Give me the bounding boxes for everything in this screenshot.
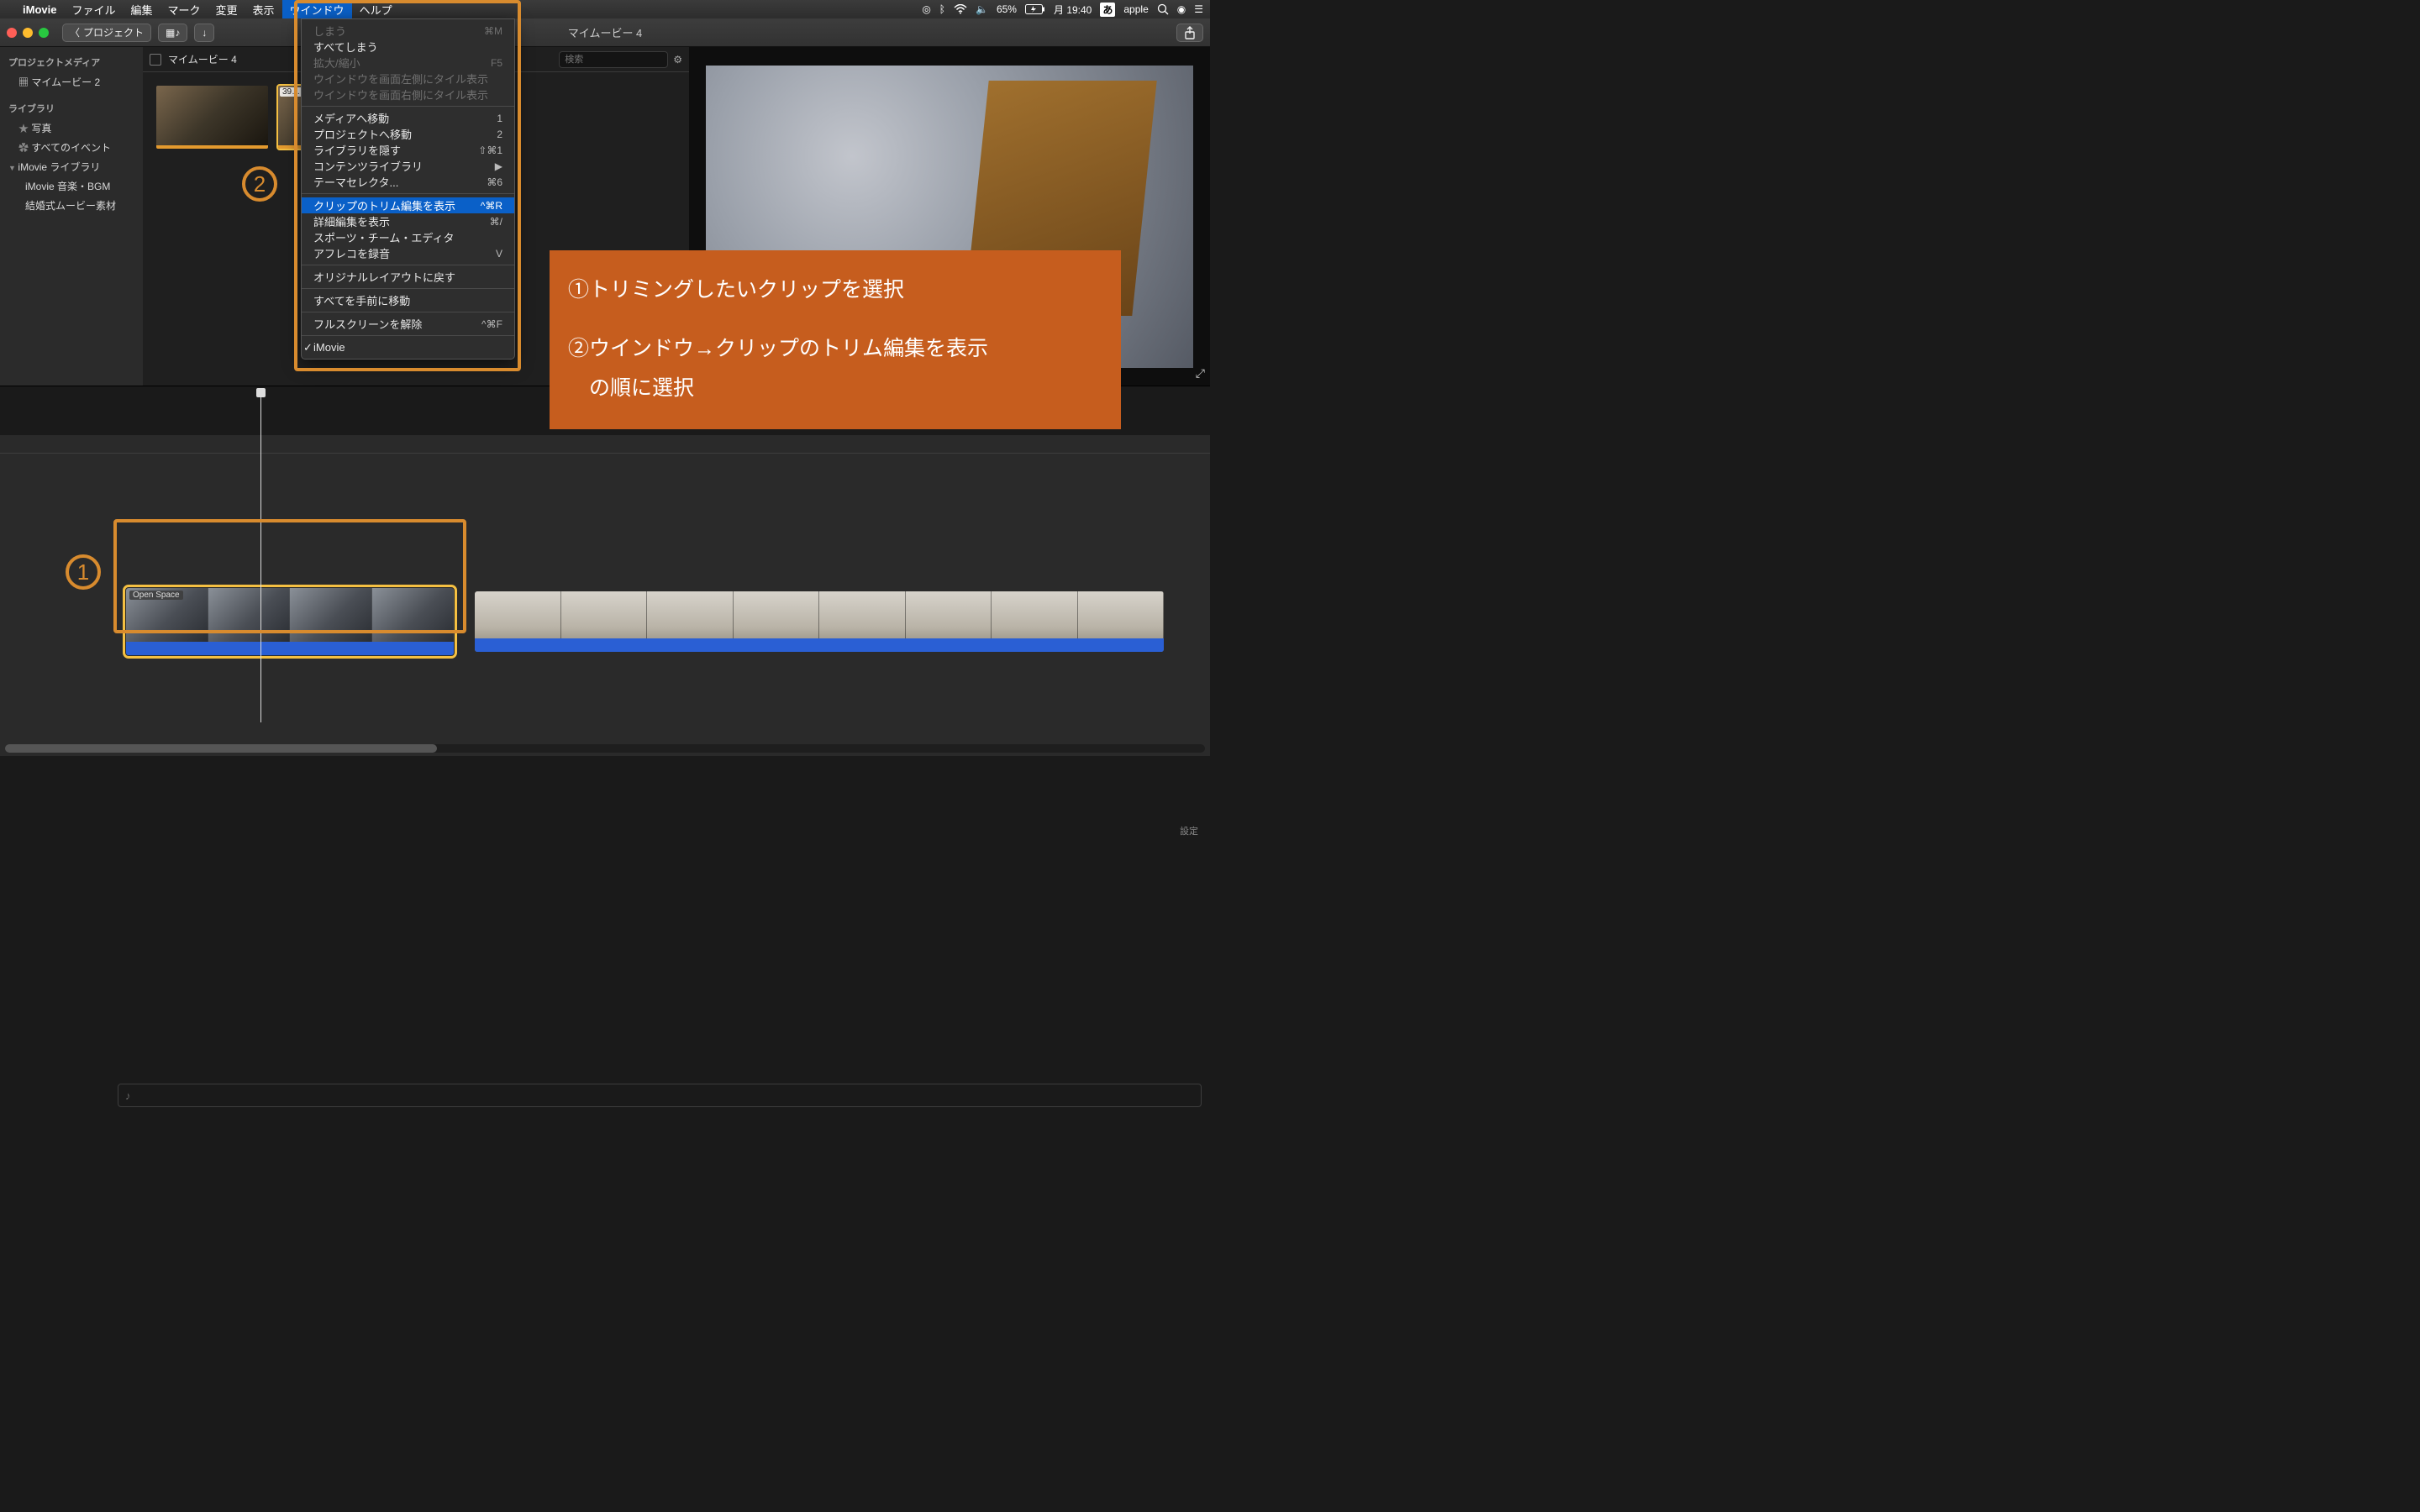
close-window[interactable] [7, 28, 17, 38]
timeline-clip-2[interactable] [475, 591, 1164, 652]
spotlight-icon[interactable] [1157, 3, 1169, 15]
dd-theme[interactable]: テーマセレクタ...⌘6 [302, 174, 514, 190]
dd-reset-layout[interactable]: オリジナルレイアウトに戻す [302, 269, 514, 285]
menu-help[interactable]: ヘルプ [352, 0, 400, 18]
dd-imovie[interactable]: iMovie [302, 339, 514, 355]
sidebar-project[interactable]: ▦ マイムービー 2 [0, 72, 143, 92]
music-track[interactable]: ♪ [118, 1084, 1202, 1107]
callout-line-3: の順に選択 [568, 369, 1102, 409]
menu-view[interactable]: 表示 [245, 0, 282, 18]
callout-line-1: ①トリミングしたいクリップを選択 [568, 270, 1102, 311]
timeline-clip-label: Open Space [129, 591, 183, 600]
siri-icon[interactable]: ◉ [1177, 3, 1186, 15]
fullscreen-window[interactable] [39, 28, 49, 38]
browser-tab[interactable]: マイムービー 4 [168, 52, 237, 66]
dd-to-project[interactable]: プロジェクトへ移動2 [302, 126, 514, 142]
sidebar-wedding[interactable]: 結婚式ムービー素材 [0, 196, 143, 215]
timeline-clip-1[interactable]: Open Space [126, 588, 454, 655]
sidebar-bgm[interactable]: iMovie 音楽・BGM [0, 176, 143, 196]
user-name[interactable]: apple [1123, 3, 1148, 15]
dd-close: しまう⌘M [302, 23, 514, 39]
volume-icon[interactable]: 🔈 [976, 3, 988, 15]
dd-afreco[interactable]: アフレコを録音V [302, 245, 514, 261]
traffic-lights [7, 28, 49, 38]
clock[interactable]: 月 19:40 [1054, 3, 1092, 17]
sidebar: プロジェクトメディア ▦ マイムービー 2 ライブラリ 写真 すべてのイベント … [0, 47, 143, 386]
window-title: マイムービー 4 [568, 24, 643, 40]
sidebar-imovie-lib[interactable]: iMovie ライブラリ [0, 157, 143, 176]
media-clip-1[interactable] [156, 86, 268, 149]
wifi-icon[interactable] [954, 4, 967, 14]
window-menu-dropdown: しまう⌘M すべてしまう 拡大/縮小F5 ウインドウを画面左側にタイル表示 ウイ… [301, 18, 515, 360]
layout-button[interactable]: ▦♪ [158, 24, 187, 42]
browser-view-icon[interactable] [150, 54, 161, 66]
toolbar: 〈プロジェクト ▦♪ ↓ マイムービー 4 [0, 18, 1210, 47]
dd-content-lib[interactable]: コンテンツライブラリ▶ [302, 158, 514, 174]
screencast-icon[interactable]: ◎ [922, 3, 930, 15]
input-source[interactable]: あ [1100, 3, 1115, 17]
dd-fullscreen[interactable]: フルスクリーンを解除^⌘F [302, 316, 514, 332]
dd-close-all[interactable]: すべてしまう [302, 39, 514, 55]
menubar: iMovie ファイル 編集 マーク 変更 表示 ウインドウ ヘルプ ◎ ᛒ 🔈… [0, 0, 1210, 18]
timeline: 設定 Open Space ♪ [0, 435, 1210, 756]
app-menu[interactable]: iMovie [15, 0, 64, 18]
dd-hide-lib[interactable]: ライブラリを隠す⇧⌘1 [302, 142, 514, 158]
menu-edit[interactable]: 編集 [123, 0, 160, 18]
dd-to-media[interactable]: メディアへ移動1 [302, 110, 514, 126]
annotation-circle-2: 2 [242, 166, 277, 202]
dd-trim[interactable]: クリップのトリム編集を表示^⌘R [302, 197, 514, 213]
back-label: プロジェクト [83, 25, 144, 39]
minimize-window[interactable] [23, 28, 33, 38]
timeline-settings[interactable]: 設定 [1180, 824, 1198, 837]
dd-bring-front[interactable]: すべてを手前に移動 [302, 292, 514, 308]
dd-sports[interactable]: スポーツ・チーム・エディタ [302, 229, 514, 245]
sidebar-photos[interactable]: 写真 [0, 118, 143, 138]
dd-tile-right: ウインドウを画面右側にタイル表示 [302, 87, 514, 102]
import-button[interactable]: ↓ [194, 24, 214, 42]
menu-mark[interactable]: マーク [160, 0, 208, 18]
expand-icon[interactable]: ⤢ [1196, 366, 1205, 381]
menu-window[interactable]: ウインドウ [282, 0, 352, 18]
battery-icon[interactable] [1025, 4, 1045, 14]
control-center-icon[interactable]: ☰ [1194, 3, 1203, 15]
horizontal-scrollbar[interactable] [5, 744, 1205, 753]
dd-detail[interactable]: 詳細編集を表示⌘/ [302, 213, 514, 229]
share-button[interactable] [1176, 24, 1203, 42]
search-input[interactable] [559, 51, 668, 68]
back-button[interactable]: 〈プロジェクト [62, 24, 151, 42]
clip-duration: 39… [280, 87, 302, 97]
menu-change[interactable]: 変更 [208, 0, 245, 18]
browser-settings-icon[interactable]: ⚙ [673, 54, 682, 66]
annotation-callout: ①トリミングしたいクリップを選択 ②ウインドウ→クリップのトリム編集を表示 の順… [550, 250, 1121, 429]
playhead[interactable] [260, 390, 261, 722]
menu-file[interactable]: ファイル [64, 0, 123, 18]
dd-tile-left: ウインドウを画面左側にタイル表示 [302, 71, 514, 87]
sidebar-all-events[interactable]: すべてのイベント [0, 138, 143, 157]
sidebar-section-project: プロジェクトメディア [0, 52, 143, 72]
battery-text: 65% [997, 3, 1017, 15]
annotation-circle-1: 1 [66, 554, 101, 590]
callout-line-2: ②ウインドウ→クリップのトリム編集を表示 [568, 329, 1102, 370]
menubar-right: ◎ ᛒ 🔈 65% 月 19:40 あ apple ◉ ☰ [922, 3, 1203, 17]
dd-zoom: 拡大/縮小F5 [302, 55, 514, 71]
sidebar-section-library: ライブラリ [0, 98, 143, 118]
bluetooth-icon[interactable]: ᛒ [939, 3, 945, 15]
timeline-ruler[interactable] [0, 435, 1210, 454]
